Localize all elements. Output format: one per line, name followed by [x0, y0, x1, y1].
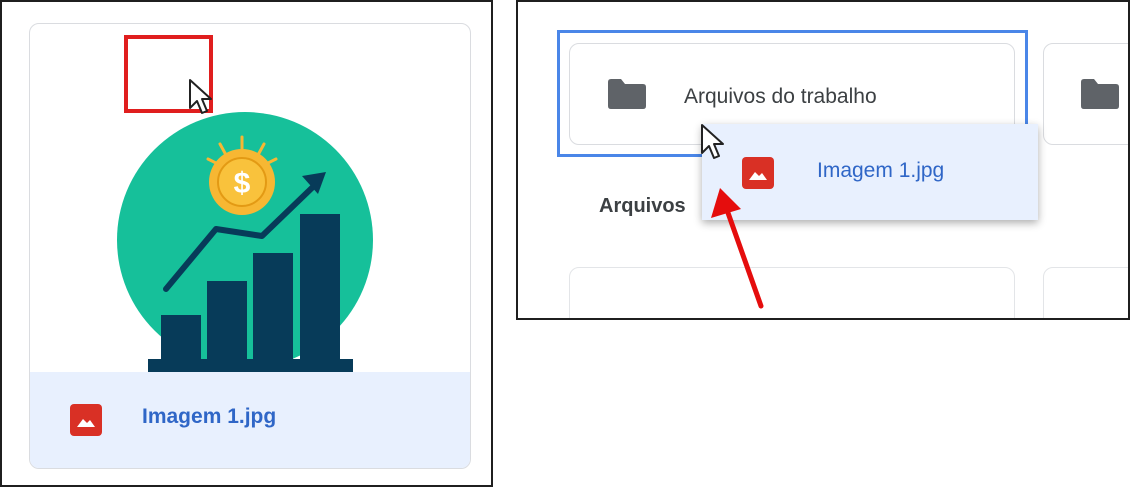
- mouse-pointer-icon: [701, 124, 724, 159]
- image-file-icon: [70, 404, 102, 436]
- file-card[interactable]: $ Imagem 1.jpg: [29, 23, 471, 469]
- dragged-file-name: Imagem 1.jpg: [817, 159, 945, 182]
- right-panel: Arquivos do trabalho Arquivos Imagem 1.j…: [516, 0, 1130, 320]
- file-thumbnail[interactable]: $: [30, 24, 470, 372]
- file-card-placeholder[interactable]: [1043, 267, 1128, 318]
- folder-icon: [608, 79, 646, 109]
- left-panel: $ Imagem 1.jpg: [0, 0, 493, 487]
- red-arrow-icon: [711, 188, 764, 309]
- file-name: Imagem 1.jpg: [142, 405, 277, 428]
- file-card-placeholder[interactable]: [569, 267, 1015, 318]
- mouse-pointer-icon: [189, 79, 212, 114]
- folder-name: Arquivos do trabalho: [684, 85, 877, 108]
- folder-icon: [1081, 79, 1119, 109]
- growth-chart-dollar-icon: $: [117, 112, 373, 372]
- file-card-footer[interactable]: Imagem 1.jpg: [30, 372, 470, 468]
- section-label-arquivos: Arquivos: [599, 195, 686, 217]
- svg-text:$: $: [234, 167, 251, 200]
